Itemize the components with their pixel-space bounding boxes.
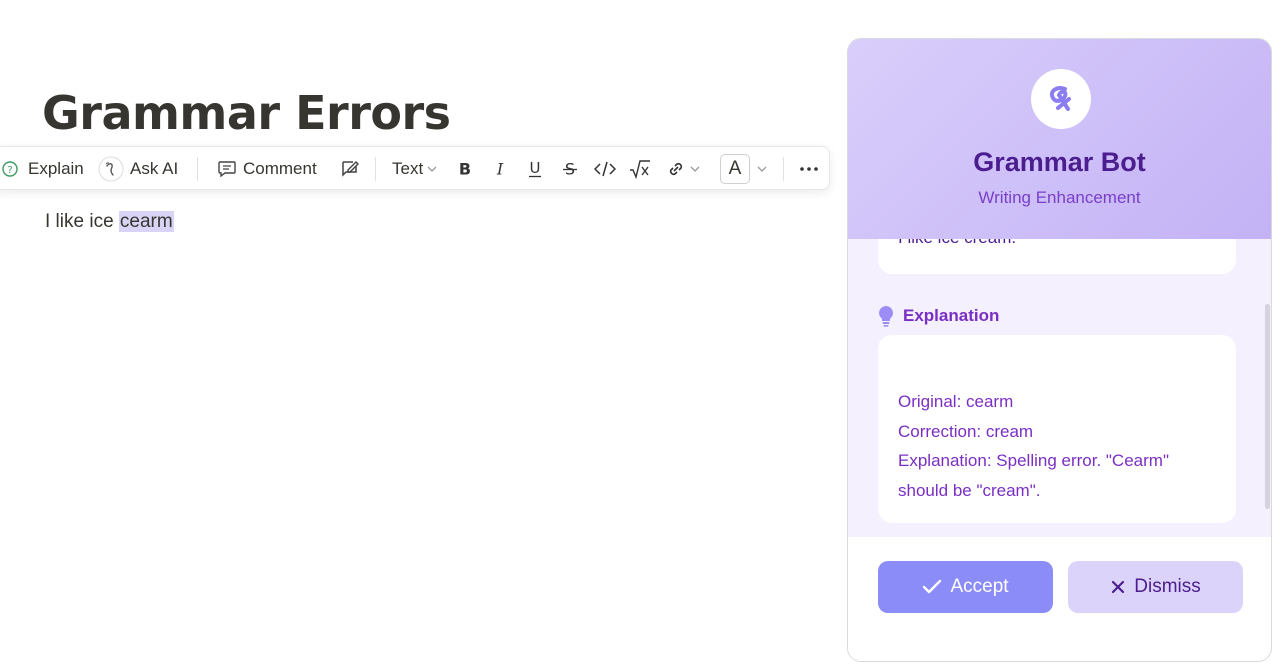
toolbar-divider — [375, 157, 376, 181]
text-style-dropdown[interactable]: Text — [392, 147, 438, 191]
explanation-correction: Correction: cream — [898, 421, 1034, 441]
chevron-down-icon — [756, 163, 768, 175]
lightbulb-icon — [878, 305, 894, 327]
font-color-dropdown[interactable]: A — [720, 147, 768, 191]
panel-header: Grammar Bot Writing Enhancement — [848, 39, 1271, 239]
italic-icon: I — [491, 160, 509, 178]
chevron-down-icon — [426, 163, 438, 175]
dismiss-label: Dismiss — [1134, 576, 1201, 597]
edit-note-button[interactable] — [339, 147, 361, 191]
explanation-detail-cont: should be "cream". — [898, 480, 1041, 500]
ask-ai-label: Ask AI — [130, 159, 179, 178]
explanation-original: Original: cearm — [898, 392, 1014, 411]
text-style-label: Text — [392, 159, 424, 178]
corrected-text: I like ice cream. — [898, 239, 1016, 247]
page-title: Grammar Errors — [42, 86, 451, 140]
toolbar-divider — [783, 157, 784, 181]
square-root-icon — [629, 159, 651, 179]
svg-text:I: I — [496, 160, 504, 178]
explanation-heading: Explanation — [878, 305, 999, 327]
accept-label: Accept — [950, 576, 1009, 597]
close-icon — [1110, 579, 1126, 595]
explanation-card: Original: cearm Correction: cream Explan… — [878, 335, 1236, 523]
code-button[interactable] — [594, 147, 616, 191]
link-icon — [666, 159, 686, 179]
panel-subtitle: Writing Enhancement — [978, 188, 1141, 207]
toolbar-divider — [197, 157, 198, 181]
explain-button[interactable]: ? Explain — [1, 147, 84, 191]
corrected-text-card: I like ice cream. — [878, 239, 1236, 274]
bold-icon: B — [456, 160, 474, 178]
font-color-icon: A — [720, 154, 750, 184]
explanation-heading-label: Explanation — [903, 306, 1000, 325]
svg-text:?: ? — [7, 165, 12, 176]
underline-button[interactable]: U — [526, 147, 544, 191]
highlighted-error-word[interactable]: cearm — [118, 211, 174, 232]
link-dropdown[interactable] — [666, 147, 701, 191]
edit-note-icon — [339, 158, 361, 180]
editor-paragraph[interactable]: I like ice cearm — [45, 208, 174, 236]
comment-button[interactable]: Comment — [217, 147, 317, 191]
accept-button[interactable]: Accept — [878, 561, 1053, 613]
bold-button[interactable]: B — [456, 147, 474, 191]
ai-sparkle-icon — [98, 156, 124, 182]
more-options-button[interactable] — [799, 147, 819, 191]
italic-button[interactable]: I — [491, 147, 509, 191]
panel-scrollbar[interactable] — [1265, 304, 1270, 509]
more-horizontal-icon — [799, 166, 819, 172]
explanation-detail: Explanation: Spelling error. "Cearm" — [898, 451, 1169, 470]
panel-title: Grammar Bot — [973, 147, 1146, 177]
strikethrough-button[interactable]: S — [561, 147, 579, 191]
dismiss-button[interactable]: Dismiss — [1068, 561, 1243, 613]
underline-icon: U — [526, 160, 544, 178]
grammar-bot-panel: Grammar Bot Writing Enhancement I like i… — [847, 38, 1272, 662]
ask-ai-button[interactable]: Ask AI — [98, 147, 178, 191]
formatting-toolbar: ? Explain Ask AI Comment Text B I U S A — [0, 146, 830, 190]
editor-text: I like ice — [45, 211, 119, 232]
grammar-bot-logo — [1031, 69, 1091, 129]
comment-label: Comment — [243, 159, 317, 178]
help-circle-icon: ? — [1, 160, 19, 178]
chevron-down-icon — [689, 163, 701, 175]
svg-text:B: B — [459, 160, 471, 178]
explain-label: Explain — [28, 159, 84, 178]
equation-button[interactable] — [629, 147, 651, 191]
svg-text:U: U — [530, 160, 541, 177]
suggestion-scroll-area[interactable]: I like ice cream. Explanation Original: … — [848, 239, 1271, 537]
code-icon — [594, 160, 616, 178]
comment-icon — [217, 159, 237, 179]
logo-glyph-icon — [1050, 86, 1071, 111]
strikethrough-icon: S — [561, 160, 579, 178]
checkmark-icon — [922, 579, 942, 595]
font-color-letter: A — [728, 158, 742, 179]
panel-actions: Accept Dismiss — [848, 537, 1271, 661]
